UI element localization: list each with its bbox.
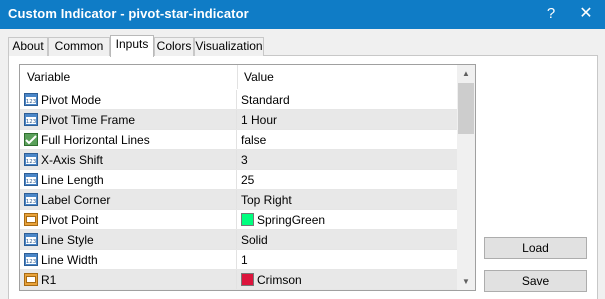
scroll-down-icon[interactable]: ▼ — [457, 273, 475, 290]
int-icon: 123 — [24, 173, 38, 186]
column-header-variable[interactable]: Variable — [27, 70, 70, 84]
variable-label: X-Axis Shift — [41, 153, 104, 167]
table-row[interactable]: Full Horizontal Lines false — [20, 130, 457, 150]
svg-text:123: 123 — [26, 119, 37, 125]
value-cell[interactable]: Solid — [241, 233, 268, 247]
load-button[interactable]: Load — [484, 237, 587, 259]
variable-label: Line Style — [41, 233, 94, 247]
window-title: Custom Indicator - pivot-star-indicator — [8, 6, 249, 21]
help-button[interactable]: ? — [534, 0, 568, 29]
variable-cell[interactable]: 123 Line Width — [20, 250, 237, 269]
variable-cell[interactable]: 123 Line Length — [20, 170, 237, 189]
variable-cell[interactable]: 123 Line Style — [20, 230, 237, 249]
value-cell[interactable]: 25 — [241, 173, 254, 187]
svg-text:123: 123 — [26, 239, 37, 245]
value-cell[interactable]: false — [241, 133, 266, 147]
value-cell[interactable]: 1 Hour — [241, 113, 277, 127]
bool-icon — [24, 133, 38, 146]
tab-about[interactable]: About — [8, 37, 48, 56]
grid-header: Variable Value — [20, 65, 457, 89]
table-row[interactable]: 123 Label Corner Top Right — [20, 190, 457, 210]
variable-label: Line Width — [41, 253, 98, 267]
color-icon — [24, 213, 38, 226]
tab-colors[interactable]: Colors — [154, 37, 194, 56]
tab-inputs[interactable]: Inputs — [110, 35, 154, 57]
column-divider — [237, 65, 238, 89]
int-icon: 123 — [24, 193, 38, 206]
color-swatch — [241, 273, 254, 286]
int-icon: 123 — [24, 93, 38, 106]
table-row[interactable]: 123 X-Axis Shift 3 — [20, 150, 457, 170]
scroll-thumb[interactable] — [458, 83, 474, 134]
variable-label: Full Horizontal Lines — [41, 133, 150, 147]
variable-cell[interactable]: Full Horizontal Lines — [20, 130, 237, 149]
variable-cell[interactable]: R1 — [20, 270, 237, 289]
variable-label: R1 — [41, 273, 57, 287]
inputs-grid: Variable Value 123 Pivot Mode Standard 123 P… — [19, 64, 476, 291]
table-row[interactable]: 123 Line Style Solid — [20, 230, 457, 250]
svg-text:123: 123 — [26, 199, 37, 205]
save-button[interactable]: Save — [484, 270, 587, 292]
value-cell[interactable]: Crimson — [257, 273, 302, 287]
color-swatch — [241, 213, 254, 226]
table-row[interactable]: 123 Pivot Mode Standard — [20, 90, 457, 110]
table-row[interactable]: Pivot Point SpringGreen — [20, 210, 457, 230]
value-cell[interactable]: SpringGreen — [257, 213, 325, 227]
variable-cell[interactable]: 123 Label Corner — [20, 190, 237, 209]
title-bar: Custom Indicator - pivot-star-indicator … — [0, 0, 605, 29]
svg-text:123: 123 — [26, 99, 37, 105]
variable-label: Pivot Time Frame — [41, 113, 136, 127]
value-cell[interactable]: 3 — [241, 153, 248, 167]
value-cell[interactable]: 1 — [241, 253, 248, 267]
value-cell[interactable]: Top Right — [241, 193, 292, 207]
scroll-up-icon[interactable]: ▲ — [457, 65, 475, 82]
color-icon — [24, 273, 38, 286]
vertical-scrollbar[interactable]: ▲ ▼ — [457, 65, 475, 290]
table-row[interactable]: 123 Line Width 1 — [20, 250, 457, 270]
variable-label: Line Length — [41, 173, 104, 187]
tab-strip: About Common Inputs Colors Visualization — [8, 35, 598, 57]
tab-common[interactable]: Common — [48, 37, 110, 56]
variable-cell[interactable]: 123 Pivot Mode — [20, 90, 237, 109]
int-icon: 123 — [24, 253, 38, 266]
tab-visualization[interactable]: Visualization — [194, 37, 264, 56]
value-cell[interactable]: Standard — [241, 93, 290, 107]
int-icon: 123 — [24, 113, 38, 126]
svg-text:123: 123 — [26, 159, 37, 165]
variable-cell[interactable]: 123 X-Axis Shift — [20, 150, 237, 169]
int-icon: 123 — [24, 233, 38, 246]
svg-text:123: 123 — [26, 179, 37, 185]
int-icon: 123 — [24, 153, 38, 166]
grid-rows: 123 Pivot Mode Standard 123 Pivot Time Frame… — [20, 90, 457, 290]
variable-label: Label Corner — [41, 193, 111, 207]
table-row[interactable]: R1 Crimson — [20, 270, 457, 290]
variable-label: Pivot Mode — [41, 93, 102, 107]
variable-cell[interactable]: 123 Pivot Time Frame — [20, 110, 237, 129]
table-row[interactable]: 123 Line Length 25 — [20, 170, 457, 190]
svg-text:123: 123 — [26, 259, 37, 265]
variable-cell[interactable]: Pivot Point — [20, 210, 237, 229]
variable-label: Pivot Point — [41, 213, 99, 227]
column-header-value[interactable]: Value — [244, 70, 274, 84]
close-button[interactable]: ✕ — [569, 0, 603, 29]
table-row[interactable]: 123 Pivot Time Frame 1 Hour — [20, 110, 457, 130]
